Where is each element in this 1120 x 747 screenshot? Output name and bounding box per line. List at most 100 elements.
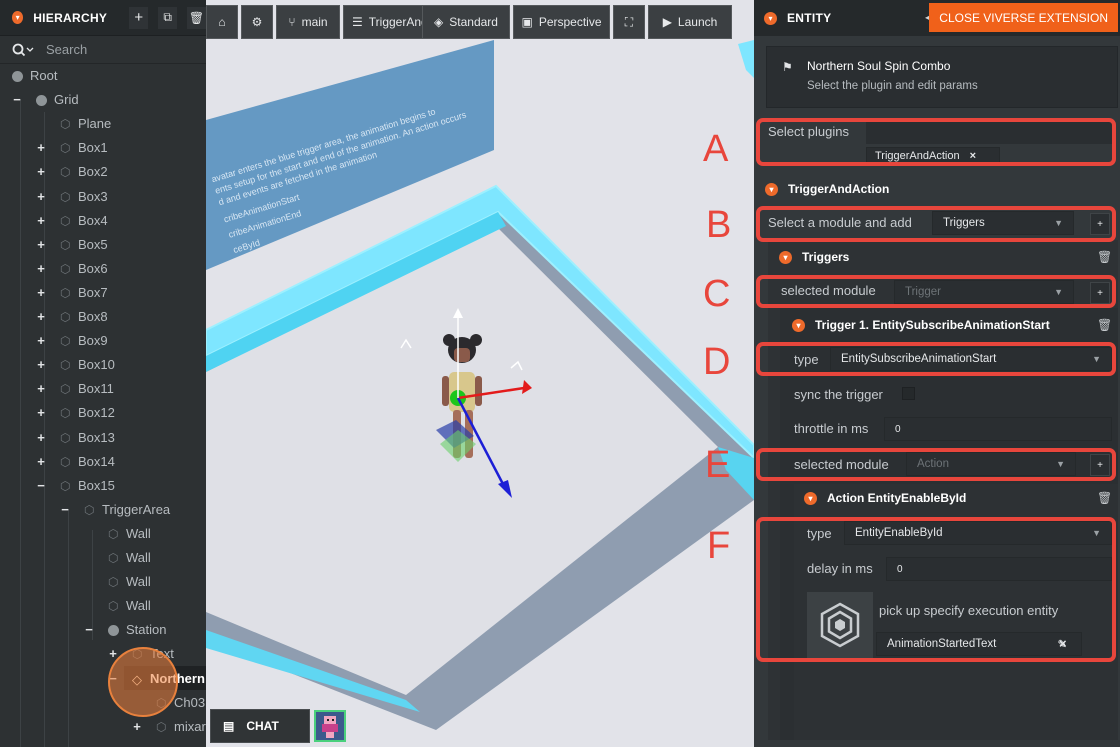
expand-icon[interactable]: + xyxy=(36,262,46,275)
hexagon-entity-icon: ⬡ xyxy=(60,141,71,156)
expand-icon[interactable]: + xyxy=(36,358,46,371)
duplicate-entity-button[interactable]: ⧉ xyxy=(158,6,178,29)
tree-item-box3[interactable]: + ⬡ Box3 xyxy=(0,185,206,209)
tree-item-box14[interactable]: + ⬡ Box14 xyxy=(0,450,206,474)
scene-button[interactable]: ☰ TriggerAnd xyxy=(343,5,429,39)
tree-item-box7[interactable]: + ⬡ Box7 xyxy=(0,281,206,305)
tree-item-box15[interactable]: − ⬡ Box15 xyxy=(0,474,206,498)
tree-item-box13[interactable]: + ⬡ Box13 xyxy=(0,426,206,450)
entity-title: ENTITY xyxy=(787,11,832,25)
tree-item-box8[interactable]: + ⬡ Box8 xyxy=(0,305,206,329)
close-extension-button[interactable]: CLOSE VIVERSE EXTENSION xyxy=(929,3,1118,32)
expand-icon[interactable]: + xyxy=(36,238,46,251)
annotation-letter-f: F xyxy=(707,525,731,567)
fullscreen-button[interactable]: ⛶ xyxy=(613,5,645,39)
expand-icon[interactable]: + xyxy=(36,165,46,178)
tree-item-label: mixar xyxy=(174,718,206,734)
delete-trigger-icon[interactable]: 🗑 xyxy=(1097,318,1112,332)
hexagon-entity-icon: ⬡ xyxy=(60,261,71,276)
collapse-panel-icon[interactable]: ▾ xyxy=(764,11,777,25)
expand-icon[interactable]: + xyxy=(36,382,46,395)
expand-icon[interactable]: + xyxy=(36,214,46,227)
collapse-panel-icon[interactable]: ▾ xyxy=(12,11,24,24)
action-item-title: Action EntityEnableById xyxy=(827,491,967,505)
render-mode-button[interactable]: ◈ Standard xyxy=(422,5,510,39)
expand-icon[interactable]: + xyxy=(36,286,46,299)
delete-action-icon[interactable]: 🗑 xyxy=(1097,491,1112,505)
tree-item-label: Box9 xyxy=(78,333,108,349)
action-item-header[interactable]: ▾ Action EntityEnableById xyxy=(804,491,966,505)
tree-item-box9[interactable]: + ⬡ Box9 xyxy=(0,329,206,353)
branch-button[interactable]: ⑂ main xyxy=(276,5,340,39)
expand-icon[interactable]: + xyxy=(36,455,46,468)
collapse-icon[interactable]: − xyxy=(60,503,70,516)
tree-item-box12[interactable]: + ⬡ Box12 xyxy=(0,401,206,425)
settings-button[interactable]: ⚙ xyxy=(241,5,273,39)
search-input[interactable]: Search xyxy=(46,42,87,57)
expand-icon[interactable]: + xyxy=(36,334,46,347)
tree-item-root[interactable]: Root xyxy=(0,64,206,88)
hexagon-entity-icon: ⬡ xyxy=(60,430,71,445)
hexagon-entity-icon: ⬡ xyxy=(60,237,71,252)
sync-trigger-label: sync the trigger xyxy=(794,387,883,402)
annotation-letter-a: A xyxy=(703,128,729,170)
play-icon: ▶ xyxy=(662,15,672,29)
collapse-icon[interactable]: − xyxy=(84,623,94,636)
camera-mode-button[interactable]: ▣ Perspective xyxy=(513,5,610,39)
tree-item-wall[interactable]: ⬡ Wall xyxy=(0,522,206,546)
render-mode-label: Standard xyxy=(449,15,498,29)
scene-canvas[interactable]: avatar enters the blue trigger area, the… xyxy=(206,0,754,747)
tree-item-triggerarea[interactable]: − ⬡ TriggerArea xyxy=(0,498,206,522)
hexagon-entity-icon: ⬡ xyxy=(60,189,71,204)
hierarchy-search[interactable]: Search xyxy=(0,36,206,64)
collapse-section-icon[interactable]: ▾ xyxy=(792,318,805,332)
expand-icon[interactable]: + xyxy=(36,431,46,444)
throttle-input[interactable]: 0 xyxy=(884,417,1112,441)
scene-label: TriggerAnd xyxy=(368,15,428,29)
tree-item-box6[interactable]: + ⬡ Box6 xyxy=(0,257,206,281)
hexagon-entity-icon: ⬡ xyxy=(60,117,71,132)
collapse-icon[interactable]: − xyxy=(12,93,22,106)
tree-item-wall[interactable]: ⬡ Wall xyxy=(0,570,206,594)
launch-button[interactable]: ▶ Launch xyxy=(648,5,732,39)
annotation-letter-e: E xyxy=(705,444,731,486)
delete-entity-button[interactable]: 🗑 xyxy=(187,6,206,29)
plugin-section-header[interactable]: ▾ TriggerAndAction xyxy=(765,182,889,196)
tree-item-station[interactable]: − Station xyxy=(0,618,206,642)
expand-icon[interactable]: + xyxy=(36,406,46,419)
collapse-section-icon[interactable]: ▾ xyxy=(765,182,778,196)
tree-item-text[interactable]: +⬡Text xyxy=(0,642,206,666)
expand-icon[interactable]: + xyxy=(36,310,46,323)
tree-item-wall[interactable]: ⬡ Wall xyxy=(0,594,206,618)
entity-info-card: ⚑ Northern Soul Spin Combo Select the pl… xyxy=(766,46,1118,108)
tree-item-plane[interactable]: ⬡ Plane xyxy=(0,112,206,136)
tree-item-box5[interactable]: + ⬡ Box5 xyxy=(0,233,206,257)
collapse-section-icon[interactable]: ▾ xyxy=(804,491,817,505)
delete-triggers-icon[interactable]: 🗑 xyxy=(1097,250,1112,264)
collapse-icon[interactable]: − xyxy=(36,479,46,492)
tree-item-box1[interactable]: + ⬡ Box1 xyxy=(0,136,206,160)
expand-icon[interactable]: + xyxy=(36,190,46,203)
collapse-section-icon[interactable]: ▾ xyxy=(779,250,792,264)
expand-icon[interactable]: + xyxy=(132,720,142,733)
tree-item-wall[interactable]: ⬡ Wall xyxy=(0,546,206,570)
home-button[interactable]: ⌂ xyxy=(206,5,238,39)
tree-item-label: Wall xyxy=(126,550,151,565)
tree-item-grid[interactable]: − Grid xyxy=(0,88,206,112)
hexagon-entity-icon: ⬡ xyxy=(108,575,119,590)
triggers-section-header[interactable]: ▾ Triggers xyxy=(779,250,849,264)
sync-trigger-checkbox[interactable] xyxy=(902,387,915,400)
tree-item-box2[interactable]: + ⬡ Box2 xyxy=(0,160,206,184)
node-dot-icon xyxy=(108,625,119,637)
scene-viewport[interactable]: avatar enters the blue trigger area, the… xyxy=(206,0,754,747)
tree-item-box11[interactable]: + ⬡ Box11 xyxy=(0,377,206,401)
tree-item-box10[interactable]: + ⬡ Box10 xyxy=(0,353,206,377)
chat-button[interactable]: ▤ CHAT xyxy=(210,709,310,743)
list-icon: ☰ xyxy=(352,15,363,29)
avatar-thumbnail[interactable] xyxy=(314,710,346,742)
expand-icon[interactable]: + xyxy=(36,141,46,154)
add-entity-button[interactable]: + xyxy=(129,6,149,29)
tree-item-box4[interactable]: + ⬡ Box4 xyxy=(0,209,206,233)
trigger-item-header[interactable]: ▾ Trigger 1. EntitySubscribeAnimationStar… xyxy=(792,318,1050,332)
tree-item-mixar[interactable]: + ⬡ mixar xyxy=(0,715,206,739)
